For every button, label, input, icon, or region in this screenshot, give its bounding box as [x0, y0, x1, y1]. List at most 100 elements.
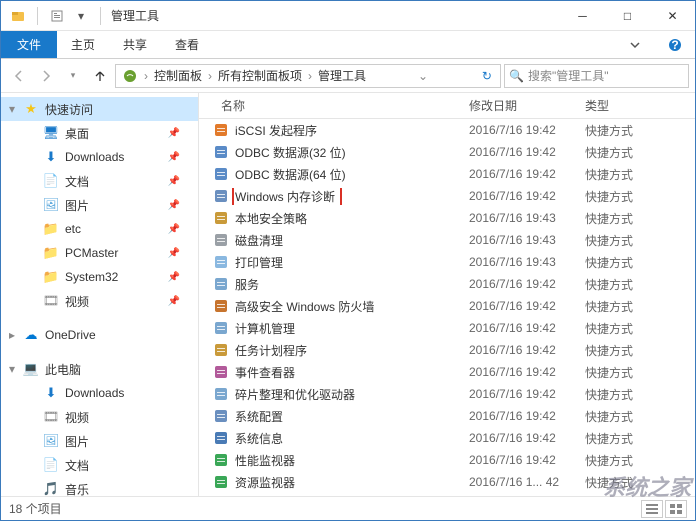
file-row[interactable]: 高级安全 Windows 防火墙2016/7/16 19:42快捷方式: [199, 295, 695, 317]
sidebar-item[interactable]: 🖥桌面📌: [1, 121, 198, 145]
file-row[interactable]: 磁盘清理2016/7/16 19:43快捷方式: [199, 229, 695, 251]
close-button[interactable]: ✕: [650, 1, 695, 31]
back-button[interactable]: [7, 64, 31, 88]
sidebar-item[interactable]: 📁etc📌: [1, 217, 198, 241]
file-icon: [213, 452, 229, 468]
chevron-right-icon[interactable]: ›: [306, 69, 314, 83]
help-button[interactable]: ?: [655, 31, 695, 58]
expand-icon[interactable]: ▾: [7, 102, 17, 116]
sidebar-item[interactable]: 🖼图片: [1, 429, 198, 453]
ribbon-expand-icon[interactable]: [615, 31, 655, 58]
file-name: 系统配置: [235, 408, 283, 425]
qat-folder-icon[interactable]: [7, 5, 29, 27]
file-row[interactable]: 计算机管理2016/7/16 19:42快捷方式: [199, 317, 695, 339]
sidebar-item[interactable]: ⬇Downloads📌: [1, 145, 198, 169]
file-row[interactable]: 资源监视器2016/7/16 1... 42快捷方式: [199, 471, 695, 493]
file-type: 快捷方式: [577, 254, 657, 271]
view-icons-button[interactable]: [665, 500, 687, 518]
qat-properties-icon[interactable]: [46, 5, 68, 27]
tab-home[interactable]: 主页: [57, 31, 109, 58]
sidebar-item-label: 此电脑: [45, 361, 81, 378]
file-tab[interactable]: 文件: [1, 31, 57, 58]
file-list: 名称 修改日期 类型 iSCSI 发起程序2016/7/16 19:42快捷方式…: [199, 93, 695, 496]
file-row[interactable]: Windows 内存诊断2016/7/16 19:42快捷方式: [199, 185, 695, 207]
file-date: 2016/7/16 19:42: [461, 299, 577, 313]
file-icon: [213, 144, 229, 160]
view-details-button[interactable]: [641, 500, 663, 518]
file-row[interactable]: 服务2016/7/16 19:42快捷方式: [199, 273, 695, 295]
sidebar-item[interactable]: 🎞视频: [1, 405, 198, 429]
file-row[interactable]: 打印管理2016/7/16 19:43快捷方式: [199, 251, 695, 273]
file-row[interactable]: 本地安全策略2016/7/16 19:43快捷方式: [199, 207, 695, 229]
file-icon: [213, 298, 229, 314]
sidebar-item[interactable]: ▾💻此电脑: [1, 357, 198, 381]
file-type: 快捷方式: [577, 276, 657, 293]
file-row[interactable]: 任务计划程序2016/7/16 19:42快捷方式: [199, 339, 695, 361]
forward-button[interactable]: [34, 64, 58, 88]
svg-text:?: ?: [671, 38, 678, 52]
chevron-right-icon[interactable]: ›: [142, 69, 150, 83]
file-row[interactable]: 碎片整理和优化驱动器2016/7/16 19:42快捷方式: [199, 383, 695, 405]
file-icon: [213, 166, 229, 182]
file-icon: [213, 122, 229, 138]
file-row[interactable]: 事件查看器2016/7/16 19:42快捷方式: [199, 361, 695, 383]
file-type: 快捷方式: [577, 430, 657, 447]
file-date: 2016/7/16 19:43: [461, 255, 577, 269]
search-icon: 🔍: [509, 69, 524, 83]
file-name: 磁盘清理: [235, 232, 283, 249]
file-name: 本地安全策略: [235, 210, 307, 227]
file-icon: [213, 364, 229, 380]
column-headers: 名称 修改日期 类型: [199, 93, 695, 119]
titlebar: ▾ 管理工具 ─ □ ✕: [1, 1, 695, 31]
column-date[interactable]: 修改日期: [461, 97, 577, 114]
sidebar-item[interactable]: 🎞视频📌: [1, 289, 198, 313]
file-row[interactable]: ODBC 数据源(32 位)2016/7/16 19:42快捷方式: [199, 141, 695, 163]
file-icon: [213, 276, 229, 292]
file-name: iSCSI 发起程序: [235, 122, 317, 139]
breadcrumb-item[interactable]: 所有控制面板项: [214, 65, 306, 87]
file-row[interactable]: iSCSI 发起程序2016/7/16 19:42快捷方式: [199, 119, 695, 141]
file-row[interactable]: ODBC 数据源(64 位)2016/7/16 19:42快捷方式: [199, 163, 695, 185]
tab-share[interactable]: 共享: [109, 31, 161, 58]
breadcrumb-item[interactable]: 控制面板: [150, 65, 206, 87]
sidebar-item[interactable]: 🎵音乐: [1, 477, 198, 496]
expand-icon[interactable]: ▸: [7, 328, 17, 342]
tab-view[interactable]: 查看: [161, 31, 213, 58]
history-dropdown[interactable]: ▾: [61, 64, 85, 88]
file-name: ODBC 数据源(32 位): [235, 144, 346, 161]
sidebar-item[interactable]: 📄文档: [1, 453, 198, 477]
file-row[interactable]: 系统配置2016/7/16 19:42快捷方式: [199, 405, 695, 427]
item-count: 18 个项目: [9, 500, 62, 517]
sidebar-item[interactable]: 📄文档📌: [1, 169, 198, 193]
file-type: 快捷方式: [577, 166, 657, 183]
qat-dropdown-icon[interactable]: ▾: [70, 5, 92, 27]
column-type[interactable]: 类型: [577, 97, 657, 114]
chevron-right-icon[interactable]: ›: [206, 69, 214, 83]
sidebar-item[interactable]: ▾★快速访问: [1, 97, 198, 121]
up-button[interactable]: [88, 64, 112, 88]
search-input[interactable]: 🔍 搜索"管理工具": [504, 64, 689, 88]
column-name[interactable]: 名称: [199, 97, 461, 114]
sidebar-item[interactable]: 📁System32📌: [1, 265, 198, 289]
file-row[interactable]: 系统信息2016/7/16 19:42快捷方式: [199, 427, 695, 449]
file-row[interactable]: 性能监视器2016/7/16 19:42快捷方式: [199, 449, 695, 471]
file-type: 快捷方式: [577, 188, 657, 205]
minimize-button[interactable]: ─: [560, 1, 605, 31]
sidebar-item-label: Downloads: [65, 386, 124, 400]
pin-icon: 📌: [168, 224, 180, 235]
sidebar-item[interactable]: ▸☁OneDrive: [1, 323, 198, 347]
file-date: 2016/7/16 19:42: [461, 145, 577, 159]
maximize-button[interactable]: □: [605, 1, 650, 31]
file-icon: [213, 408, 229, 424]
address-bar[interactable]: › 控制面板 › 所有控制面板项 › 管理工具 ⌄ ↻: [115, 64, 501, 88]
breadcrumb-item[interactable]: 管理工具: [314, 65, 370, 87]
pin-icon: 📌: [168, 128, 180, 139]
refresh-button[interactable]: ↻: [476, 69, 498, 83]
sidebar-item[interactable]: ⬇Downloads: [1, 381, 198, 405]
address-dropdown-icon[interactable]: ⌄: [412, 69, 434, 83]
file-icon: [213, 232, 229, 248]
sidebar-item[interactable]: 📁PCMaster📌: [1, 241, 198, 265]
sidebar-item[interactable]: 🖼图片📌: [1, 193, 198, 217]
file-date: 2016/7/16 19:42: [461, 343, 577, 357]
expand-icon[interactable]: ▾: [7, 362, 17, 376]
